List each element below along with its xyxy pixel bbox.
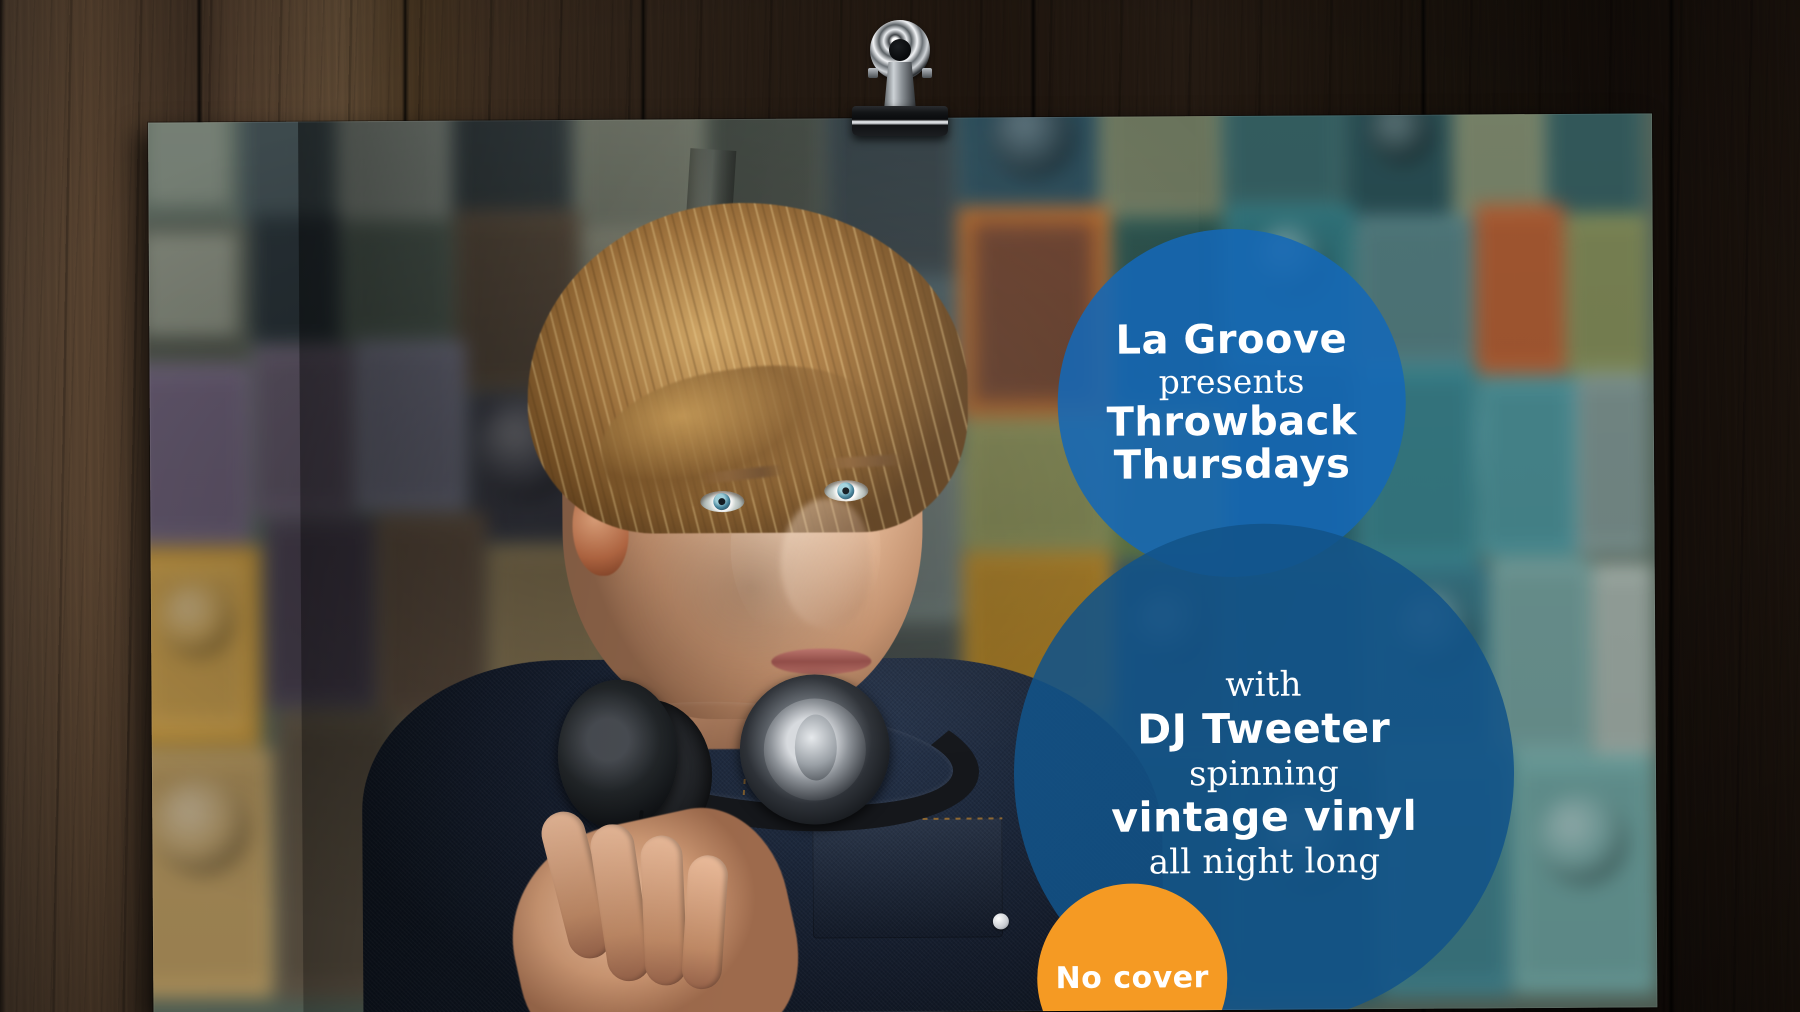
headphone-cup-right: [739, 674, 891, 825]
text-with: with: [1225, 664, 1302, 706]
text-la-groove: La Groove: [1115, 316, 1348, 364]
headphone-cup-left: [557, 679, 679, 831]
text-no-cover: No cover: [1055, 959, 1209, 996]
text-presents: presents: [1158, 361, 1305, 402]
text-all-night-long: all night long: [1148, 841, 1381, 883]
poster-scene: La Groove presents Throwback Thursdays w…: [0, 0, 1800, 1012]
binder-clip-arm: [884, 62, 916, 110]
binder-clip: [852, 20, 948, 136]
jacket-snap: [992, 913, 1009, 930]
text-vintage-vinyl: vintage vinyl: [1111, 792, 1418, 843]
text-throwback: Throwback: [1106, 398, 1358, 447]
nose: [780, 498, 872, 629]
binder-clip-body: [852, 106, 948, 136]
text-spinning: spinning: [1188, 752, 1340, 794]
text-thursdays: Thursdays: [1113, 441, 1351, 489]
jacket-pocket: [812, 817, 1004, 939]
poster[interactable]: La Groove presents Throwback Thursdays w…: [148, 113, 1658, 1012]
text-dj-tweeter: DJ Tweeter: [1137, 703, 1391, 754]
